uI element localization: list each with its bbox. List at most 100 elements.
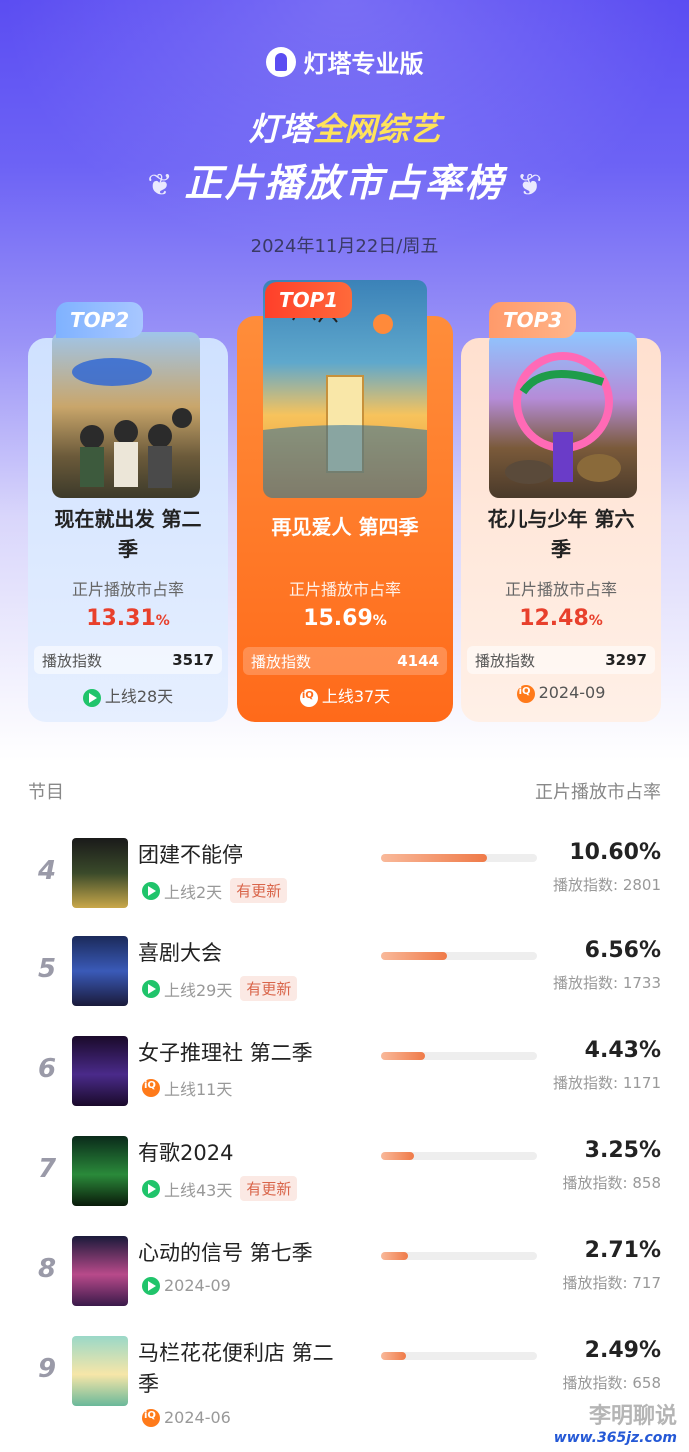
top2-footer-text: 上线28天 <box>104 687 174 706</box>
iqiyi-icon <box>142 1079 160 1097</box>
program-meta: 上线2天 有更新 <box>142 878 288 903</box>
title-highlight: 全网综艺 <box>312 110 441 148</box>
play-icon <box>142 1179 160 1198</box>
top3-title-line1: 花儿与少年 第六 <box>487 507 635 531</box>
program-name: 马栏花花便利店 第二 季 <box>138 1338 368 1400</box>
program-name: 心动的信号 第七季 <box>138 1241 313 1265</box>
top1-footer: 上线37天 <box>237 683 453 707</box>
page-title: 灯塔全网综艺 <box>0 104 689 150</box>
program-thumbnail[interactable] <box>72 1336 128 1406</box>
program-meta-text: 上线11天 <box>164 1080 233 1099</box>
share-bar <box>381 1252 537 1260</box>
top1-badge: TOP1 <box>265 282 353 318</box>
date-label: 2024年11月22日/周五 <box>250 236 439 257</box>
share-bar-fill <box>381 1352 406 1360</box>
top1-share-percent: % <box>372 613 387 629</box>
top2-poster[interactable] <box>52 332 200 498</box>
page-subtitle: ❦ 正片播放市占率榜 ❦ <box>0 152 689 207</box>
program-name-line1: 马栏花花便利店 第二 <box>138 1341 334 1365</box>
play-index: 播放指数: 658 <box>562 1374 661 1392</box>
top3-share-percent: % <box>588 613 603 629</box>
program-thumbnail[interactable] <box>72 936 128 1006</box>
top3-poster[interactable] <box>489 332 637 498</box>
share-value: 6.56% <box>584 938 661 963</box>
play-icon <box>82 688 101 707</box>
play-icon <box>142 1276 160 1295</box>
top3-index-label: 播放指数 <box>475 651 536 670</box>
top1-metric-label: 正片播放市占率 <box>288 580 401 599</box>
list-item[interactable]: 4 团建不能停 上线2天 有更新 10.60% 播放指数: 2801 <box>0 836 689 936</box>
program-meta: 上线43天 有更新 <box>142 1176 298 1201</box>
play-icon <box>142 979 160 998</box>
share-bar-fill <box>381 1252 409 1260</box>
share-value: 10.60% <box>569 840 661 865</box>
top2-footer: 上线28天 <box>28 683 228 707</box>
program-thumbnail[interactable] <box>72 1236 128 1306</box>
watermark-author: 李明聊说 <box>588 1404 677 1429</box>
program-thumbnail[interactable] <box>72 1136 128 1206</box>
top3-index-value: 3297 <box>605 651 647 669</box>
top3-card[interactable]: TOP3 花儿与少年 第六 季 正片播放市占率 12.48% 播放指数 3297 … <box>461 302 661 722</box>
share-value: 2.71% <box>584 1238 661 1263</box>
rank-number: 8 <box>38 1254 57 1284</box>
top3-title-line2: 季 <box>551 537 571 561</box>
list-item[interactable]: 8 心动的信号 第七季 2024-09 2.71% 播放指数: 717 <box>0 1234 689 1334</box>
share-bar-fill <box>381 854 487 862</box>
top1-share-value: 15.69 <box>303 606 373 631</box>
top2-index-label: 播放指数 <box>42 651 103 670</box>
rank-number: 7 <box>38 1154 57 1184</box>
subtitle-text: 正片播放市占率榜 <box>184 161 505 205</box>
top2-share-value: 13.31 <box>86 606 156 631</box>
brand-name: 灯塔专业版 <box>303 50 424 78</box>
program-name: 女子推理社 第二季 <box>138 1041 313 1065</box>
program-meta-text: 2024-09 <box>164 1276 231 1295</box>
top3-share: 12.48% <box>461 606 661 631</box>
program-meta: 上线11天 <box>142 1076 232 1100</box>
list-item[interactable]: 5 喜剧大会 上线29天 有更新 6.56% 播放指数: 1733 <box>0 934 689 1034</box>
top3-share-value: 12.48 <box>519 606 589 631</box>
top3-poster-art <box>505 352 621 484</box>
program-name: 团建不能停 <box>138 843 243 867</box>
program-meta-text: 上线43天 <box>164 1180 233 1200</box>
share-value: 4.43% <box>584 1038 661 1063</box>
top1-index: 播放指数 4144 <box>243 647 447 675</box>
top1-card[interactable]: TOP1 再见爱人 第四季 正片播放市占率 15.69% 播放指数 4144 上线… <box>237 280 453 722</box>
iqiyi-icon <box>142 1408 160 1427</box>
play-index: 播放指数: 1171 <box>553 1074 661 1092</box>
program-meta-text: 上线2天 <box>164 882 223 902</box>
list-item[interactable]: 7 有歌2024 上线43天 有更新 3.25% 播放指数: 858 <box>0 1134 689 1234</box>
list-item[interactable]: 6 女子推理社 第二季 上线11天 4.43% 播放指数: 1171 <box>0 1034 689 1134</box>
update-tag: 有更新 <box>240 976 298 1001</box>
share-value: 2.49% <box>584 1338 661 1363</box>
watermark: 李明聊说 www.365jz.com <box>554 1398 677 1446</box>
program-thumbnail[interactable] <box>72 838 128 908</box>
top3-footer: 2024-09 <box>461 683 661 703</box>
share-bar-fill <box>381 1152 414 1160</box>
top3-footer-text: 2024-09 <box>538 683 606 702</box>
top2-card[interactable]: TOP2 现在就出发 第二 季 正片播放市占率 13.31% 播放指数 3517 … <box>28 302 228 722</box>
share-bar <box>381 1152 537 1160</box>
top1-title-line1: 再见爱人 第四季 <box>271 515 419 539</box>
rank-number: 5 <box>38 954 57 984</box>
top1-index-label: 播放指数 <box>251 652 312 671</box>
top2-index-value: 3517 <box>172 651 214 669</box>
program-meta-text: 上线29天 <box>164 980 233 1000</box>
top1-footer-text: 上线37天 <box>321 687 391 706</box>
rank-number: 6 <box>38 1054 57 1084</box>
program-meta: 上线29天 有更新 <box>142 976 298 1001</box>
share-bar-fill <box>381 1052 426 1060</box>
program-name: 有歌2024 <box>138 1141 234 1165</box>
top2-share-percent: % <box>155 613 170 629</box>
share-bar <box>381 1352 537 1360</box>
program-meta: 2024-06 <box>142 1408 231 1427</box>
top3-metric-label: 正片播放市占率 <box>504 580 617 599</box>
share-value: 3.25% <box>584 1138 661 1163</box>
program-thumbnail[interactable] <box>72 1036 128 1106</box>
top2-title-line2: 季 <box>118 537 138 561</box>
rank-number: 4 <box>38 856 57 886</box>
top2-badge: TOP2 <box>56 302 144 338</box>
update-tag: 有更新 <box>240 1176 298 1201</box>
program-meta: 2024-09 <box>142 1276 231 1295</box>
watermark-url: www.365jz.com <box>553 1430 677 1446</box>
play-index: 播放指数: 2801 <box>553 876 661 894</box>
